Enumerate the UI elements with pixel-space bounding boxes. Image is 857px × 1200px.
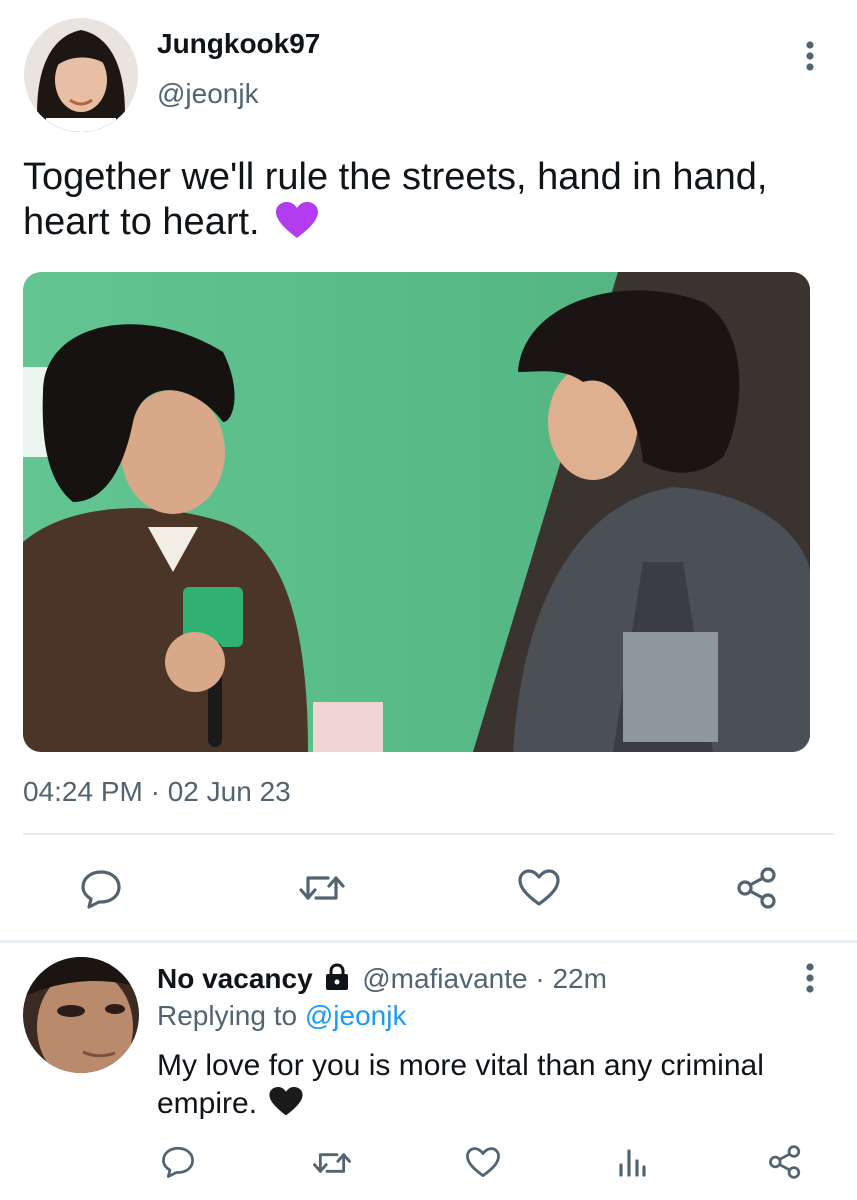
reply-text: My love for you is more vital than any c…	[157, 1047, 837, 1127]
replying-to: Replying to @jeonjk	[157, 1000, 406, 1032]
reply-text-line-1: My love for you is more vital than any c…	[157, 1049, 764, 1082]
tweet-photo[interactable]	[23, 272, 810, 752]
reply-handle-time[interactable]: @mafiavante · 22m	[362, 963, 607, 994]
reply-reply-icon[interactable]	[160, 1145, 196, 1179]
reply-avatar[interactable]	[23, 957, 139, 1073]
replying-to-label: Replying to	[157, 1000, 298, 1031]
reply-heart-icon[interactable]	[465, 1146, 501, 1179]
lock-icon	[324, 963, 350, 998]
retweet-icon[interactable]	[298, 868, 346, 908]
more-vertical-icon[interactable]	[796, 40, 824, 72]
analytics-icon[interactable]	[617, 1147, 647, 1179]
tweet-divider	[23, 833, 834, 835]
reply-more-vertical-icon[interactable]	[796, 962, 824, 994]
tweet-text-line-1: Together we'll rule the streets, hand in…	[23, 156, 768, 198]
reply-display-name[interactable]: No vacancy	[157, 963, 313, 994]
purple-heart-emoji	[276, 202, 319, 251]
reply-retweet-icon[interactable]	[312, 1146, 352, 1180]
share-icon[interactable]	[736, 866, 778, 910]
section-divider	[0, 940, 857, 943]
tweet-text-line-2: heart to heart.	[23, 200, 833, 251]
tweet-text-line-2-words: heart to heart.	[23, 201, 260, 243]
author-avatar[interactable]	[24, 18, 138, 132]
black-heart-emoji	[269, 1087, 303, 1127]
author-display-name[interactable]: Jungkook97	[157, 28, 320, 60]
reply-text-line-2-words: empire.	[157, 1087, 258, 1120]
reply-text-line-2: empire.	[157, 1085, 837, 1127]
tweet-timestamp: 04:24 PM · 02 Jun 23	[23, 776, 291, 807]
tweet-text: Together we'll rule the streets, hand in…	[23, 155, 833, 251]
author-handle[interactable]: @jeonjk	[157, 78, 259, 110]
reply-share-icon[interactable]	[768, 1144, 802, 1180]
heart-icon[interactable]	[517, 868, 561, 908]
replying-to-handle-link[interactable]: @jeonjk	[305, 1000, 407, 1031]
reply-header: No vacancy @mafiavante · 22m	[157, 963, 607, 998]
reply-icon[interactable]	[79, 868, 123, 910]
